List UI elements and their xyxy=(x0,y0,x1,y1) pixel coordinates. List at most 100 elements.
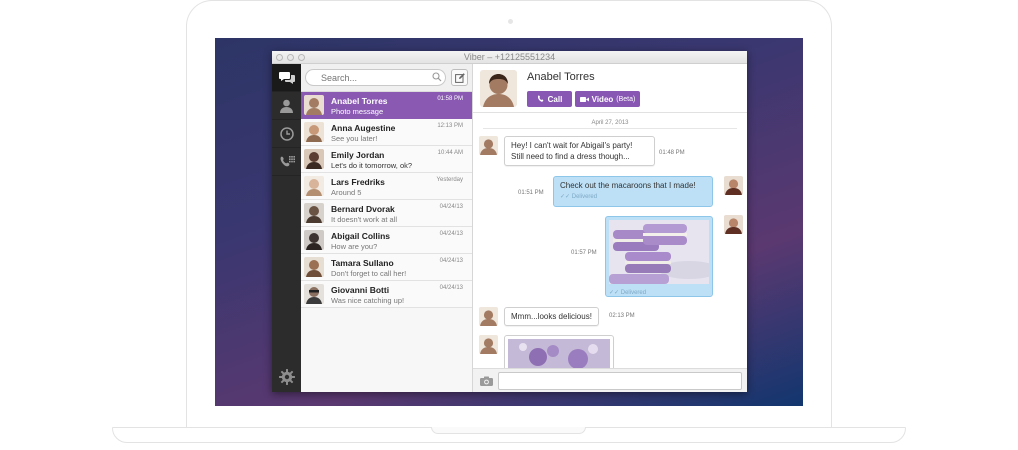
date-divider xyxy=(483,128,737,129)
avatar xyxy=(304,176,324,196)
conversation-item[interactable]: Tamara Sullano Don't forget to call her!… xyxy=(301,254,472,281)
nav-keypad[interactable] xyxy=(272,148,301,176)
incoming-message[interactable]: Mmm...looks delicious! xyxy=(504,307,599,326)
conversation-item[interactable]: Giovanni Botti Was nice catching up! 04/… xyxy=(301,281,472,308)
phone-icon xyxy=(537,95,543,102)
delivered-status: ✓✓ Delivered xyxy=(560,194,598,200)
conversation-time: 04/24/13 xyxy=(439,285,463,291)
avatar xyxy=(304,257,324,277)
phone-keypad-icon xyxy=(280,155,295,166)
message-time: 01:51 PM xyxy=(518,190,544,196)
incoming-photo-message[interactable] xyxy=(504,335,614,368)
conversation-name: Giovanni Botti xyxy=(331,285,390,295)
compose-icon xyxy=(454,72,465,83)
laptop-screen: Viber – +12125551234 Search... Anabel To… xyxy=(215,38,803,406)
conversation-preview: Let's do it tomorrow, ok? xyxy=(331,161,413,170)
conversation-time: Yesterday xyxy=(436,177,463,183)
conversation-time: 04/24/13 xyxy=(439,258,463,264)
conversation-preview: Around 5 xyxy=(331,188,362,197)
message-text: Mmm...looks delicious! xyxy=(511,312,592,321)
conversation-item[interactable]: Anna Augestine See you later! 12:13 PM xyxy=(301,119,472,146)
conversation-time: 01:58 PM xyxy=(437,96,463,102)
avatar xyxy=(304,95,324,115)
message-time: 01:48 PM xyxy=(659,150,685,156)
conversation-item[interactable]: Emily Jordan Let's do it tomorrow, ok? 1… xyxy=(301,146,472,173)
nav-recents[interactable] xyxy=(272,120,301,148)
contact-avatar[interactable] xyxy=(480,70,517,107)
conversation-name: Bernard Dvorak xyxy=(331,204,395,214)
attach-photo-button[interactable] xyxy=(478,374,494,388)
conversation-preview: How are you? xyxy=(331,242,378,251)
message-text: Check out the macaroons that I made! xyxy=(560,181,696,190)
outgoing-message[interactable]: Check out the macaroons that I made! ✓✓ … xyxy=(553,176,713,207)
conversation-preview: See you later! xyxy=(331,134,378,143)
call-label: Call xyxy=(547,94,563,104)
chat-header: Anabel Torres Call Video (Beta) xyxy=(473,64,747,113)
settings-button[interactable] xyxy=(272,364,301,390)
conversation-time: 04/24/13 xyxy=(439,204,463,210)
conversation-preview: Don't forget to call her! xyxy=(331,269,407,278)
conversation-preview: Was nice catching up! xyxy=(331,296,405,305)
window-title: Viber – +12125551234 xyxy=(463,52,556,62)
conversation-name: Lars Fredriks xyxy=(331,177,385,187)
compose-button[interactable] xyxy=(451,69,468,86)
message-composer xyxy=(473,368,747,392)
message-thread: April 27, 2013 Hey! I can't wait for Abi… xyxy=(473,114,747,368)
message-time: 02:13 PM xyxy=(609,313,635,319)
message-input[interactable] xyxy=(498,372,742,390)
outgoing-photo-message[interactable]: ✓✓ Delivered xyxy=(605,216,719,297)
delivered-label: Delivered xyxy=(620,290,647,296)
conversation-time: 04/24/13 xyxy=(439,231,463,237)
dessert-photo[interactable] xyxy=(508,339,610,368)
avatar xyxy=(304,230,324,250)
avatar xyxy=(479,335,498,354)
search-input[interactable] xyxy=(305,69,446,86)
close-window-button[interactable] xyxy=(276,54,283,61)
viber-window: Viber – +12125551234 Search... Anabel To… xyxy=(272,51,747,392)
zoom-window-button[interactable] xyxy=(298,54,305,61)
avatar xyxy=(304,122,324,142)
conversation-item[interactable]: Lars Fredriks Around 5 Yesterday xyxy=(301,173,472,200)
avatar xyxy=(724,176,743,195)
search-icon xyxy=(432,72,442,82)
camera-icon xyxy=(479,376,493,386)
conversation-name: Anna Augestine xyxy=(331,123,396,133)
conversation-name: Tamara Sullano xyxy=(331,258,394,268)
person-icon xyxy=(280,99,293,113)
conversation-item[interactable]: Anabel Torres Photo message 01:58 PM xyxy=(301,92,472,119)
avatar xyxy=(479,307,498,326)
delivered-status: ✓✓ Delivered xyxy=(609,290,647,296)
conversation-name: Emily Jordan xyxy=(331,150,385,160)
video-beta-label: (Beta) xyxy=(616,95,636,103)
avatar xyxy=(304,149,324,169)
message-time: 01:57 PM xyxy=(571,250,597,256)
video-label: Video xyxy=(591,94,614,104)
incoming-message[interactable]: Hey! I can't wait for Abigail's party! S… xyxy=(504,136,655,166)
laptop-base xyxy=(112,427,906,443)
nav-chats[interactable] xyxy=(272,64,301,92)
conversation-time: 12:13 PM xyxy=(437,123,463,129)
macaroons-photo[interactable] xyxy=(609,220,719,284)
conversation-item[interactable]: Abigail Collins How are you? 04/24/13 xyxy=(301,227,472,254)
contact-name: Anabel Torres xyxy=(527,71,595,83)
chat-pane: Anabel Torres Call Video (Beta) April 27… xyxy=(473,64,747,392)
laptop-notch xyxy=(431,427,586,434)
conversation-preview: It doesn't work at all xyxy=(331,215,398,224)
avatar xyxy=(304,284,324,304)
minimize-window-button[interactable] xyxy=(287,54,294,61)
conversation-name: Abigail Collins xyxy=(331,231,391,241)
window-titlebar: Viber – +12125551234 xyxy=(272,51,747,64)
conversation-item[interactable]: Bernard Dvorak It doesn't work at all 04… xyxy=(301,200,472,227)
avatar xyxy=(479,136,498,155)
nav-rail xyxy=(272,64,301,392)
chat-bubbles-icon xyxy=(278,71,295,84)
message-text: Hey! I can't wait for Abigail's party! xyxy=(511,141,633,150)
call-button[interactable]: Call xyxy=(527,91,572,107)
nav-contacts[interactable] xyxy=(272,92,301,120)
avatar xyxy=(304,203,324,223)
gear-icon xyxy=(278,369,295,385)
video-button[interactable]: Video (Beta) xyxy=(575,91,640,107)
conversation-list-pane: Anabel Torres Photo message 01:58 PM Ann… xyxy=(301,64,473,392)
clock-icon xyxy=(279,126,294,141)
laptop-camera xyxy=(508,19,513,24)
